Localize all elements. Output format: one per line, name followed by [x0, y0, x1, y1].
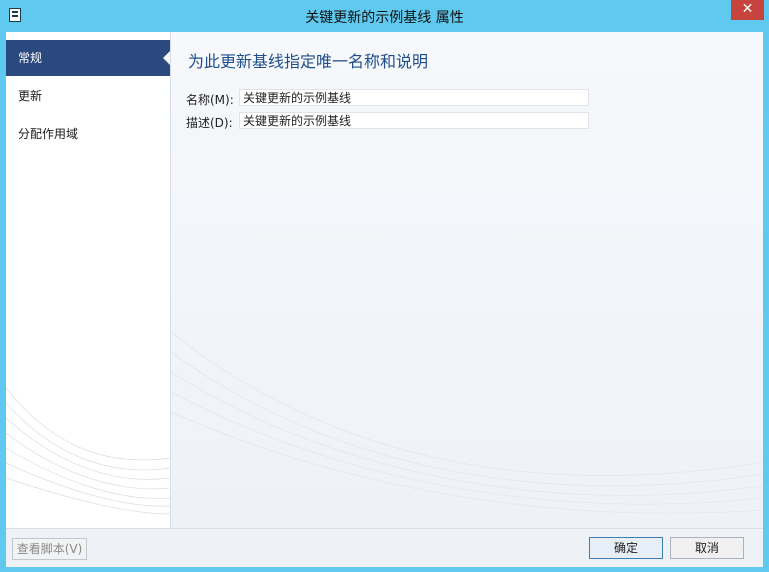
sidebar-item-label: 常规 [18, 51, 43, 65]
sidebar-item-updates[interactable]: 更新 [6, 78, 170, 114]
sidebar-item-label: 分配作用域 [18, 127, 79, 141]
description-field[interactable] [239, 112, 589, 129]
dialog-footer: 查看脚本(V) 确定 取消 [6, 528, 763, 567]
main-wave-decoration [171, 331, 763, 514]
sidebar-item-assign-scope[interactable]: 分配作用域 [6, 116, 170, 152]
description-label: 描述(D): [186, 116, 233, 130]
name-label: 名称(M): [186, 93, 234, 107]
sidebar-nav: 常规 更新 分配作用域 [6, 32, 171, 528]
window-title: 关键更新的示例基线 属性 [305, 10, 464, 26]
close-button[interactable]: ✕ [731, 0, 764, 20]
name-field[interactable] [239, 89, 589, 106]
cancel-button[interactable]: 取消 [670, 537, 744, 559]
title-bar: 关键更新的示例基线 属性 ✕ [0, 0, 769, 32]
active-pointer-icon [163, 51, 170, 65]
ok-button[interactable]: 确定 [589, 537, 663, 559]
main-panel: 为此更新基线指定唯一名称和说明 名称(M): 描述(D): [171, 32, 763, 528]
nav-wave-decoration [6, 387, 170, 515]
view-script-button[interactable]: 查看脚本(V) [12, 538, 87, 560]
page-heading: 为此更新基线指定唯一名称和说明 [188, 52, 429, 71]
sidebar-item-general[interactable]: 常规 [6, 40, 170, 76]
sidebar-item-label: 更新 [18, 89, 43, 103]
dialog-client: 常规 更新 分配作用域 为此更新基线指定唯一名称和说明 名称(M): 描述(D)… [6, 32, 763, 567]
